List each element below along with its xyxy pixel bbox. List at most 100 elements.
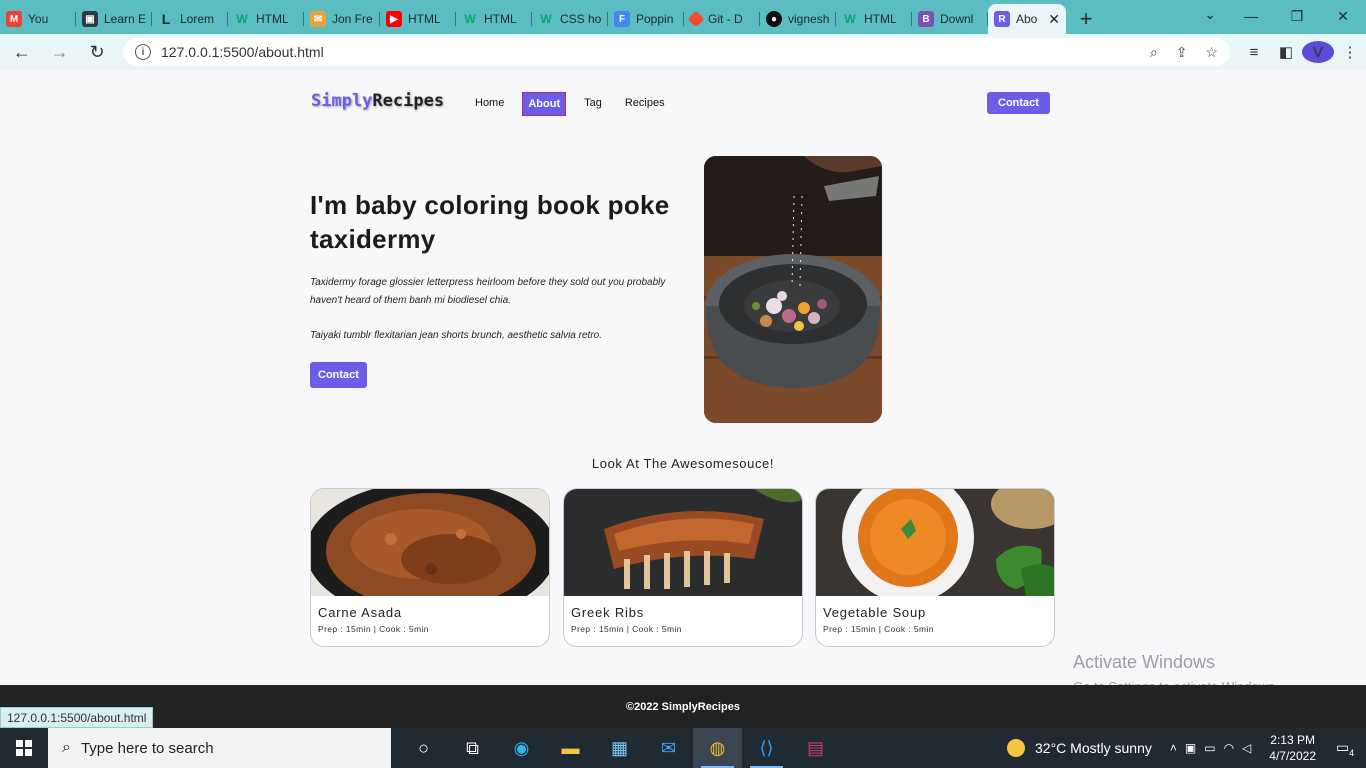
recipe-image-vegetable-soup	[816, 489, 1054, 596]
recipe-card[interactable]: Carne Asada Prep : 15min | Cook : 5min	[310, 488, 550, 647]
forward-button[interactable]: →	[44, 36, 76, 68]
taskbar-search[interactable]: ⌕ Type here to search	[48, 728, 391, 768]
windows-taskbar: ⌕ Type here to search ○ ⧉ ◉ ▬ ▦ ✉ ◍ ⟨⟩ ▤…	[0, 728, 1366, 768]
edge-icon[interactable]: ◉	[497, 728, 546, 768]
tab-search-chevron-icon[interactable]: ⌄	[1204, 6, 1216, 23]
watermark-line-1: Activate Windows	[1073, 652, 1216, 672]
winrar-icon[interactable]: ▤	[791, 728, 840, 768]
file-explorer-icon[interactable]: ▬	[546, 728, 595, 768]
windows-logo-icon	[16, 740, 32, 756]
w3-icon: W	[540, 12, 552, 26]
system-tray: 32°C Mostly sunny ˄▣▭◠◁ 2:13 PM 4/7/2022…	[1007, 728, 1366, 768]
browser-tab[interactable]: W HTML	[228, 4, 304, 34]
w3-icon: W	[844, 12, 856, 26]
chrome-icon[interactable]: ◍	[693, 728, 742, 768]
mail-app-icon[interactable]: ✉	[644, 728, 693, 768]
site-logo[interactable]: SimplyRecipes	[311, 91, 444, 111]
section-title: Look At The Awesomesouce!	[591, 456, 775, 471]
clock-time: 2:13 PM	[1270, 733, 1315, 747]
tab-label: Learn E	[104, 12, 147, 26]
menu-kebab-icon[interactable]: ⋮	[1334, 43, 1366, 61]
link-status-bubble: 127.0.0.1:5500/about.html	[0, 707, 154, 728]
browser-tab-active[interactable]: R Abo ✕	[988, 4, 1066, 34]
browser-tab[interactable]: L Lorem	[152, 4, 228, 34]
footer-copyright: ©2022 SimplyRecipes	[626, 700, 740, 713]
address-bar[interactable]: i 127.0.0.1:5500/about.html ⌕ ⇪ ☆	[123, 38, 1230, 66]
browser-tab[interactable]: W HTML	[836, 4, 912, 34]
browser-tab[interactable]: B Downl	[912, 4, 988, 34]
recipe-image-greek-ribs	[564, 489, 802, 596]
task-view-icon[interactable]: ⧉	[448, 728, 497, 768]
weather-widget[interactable]: 32°C Mostly sunny	[1007, 739, 1152, 757]
clock-date: 4/7/2022	[1269, 749, 1316, 763]
browser-tab[interactable]: W CSS ho	[532, 4, 608, 34]
browser-tab[interactable]: ✉ Jon Fre	[304, 4, 380, 34]
site-navbar: SimplyRecipes Home About Tag Recipes Con…	[311, 90, 1050, 116]
google-fonts-icon: F	[614, 11, 630, 27]
hero-contact-button[interactable]: Contact	[310, 362, 367, 388]
hero-image	[704, 156, 882, 423]
restore-button[interactable]: ❐	[1274, 0, 1320, 32]
cortana-icon[interactable]: ○	[399, 728, 448, 768]
tab-label: Lorem	[180, 12, 215, 26]
vscode-icon[interactable]: ⟨⟩	[742, 728, 791, 768]
tab-label: HTML	[484, 12, 517, 26]
recipe-card[interactable]: Vegetable Soup Prep : 15min | Cook : 5mi…	[815, 488, 1055, 647]
nav-links: Home About Tag Recipes	[470, 92, 683, 116]
side-panel-icon[interactable]: ◧	[1270, 43, 1302, 61]
w3-icon: W	[464, 12, 476, 26]
browser-tab[interactable]: F Poppin	[608, 4, 684, 34]
browser-tab[interactable]: Git - D	[684, 4, 760, 34]
logo-part-simply: Simply	[311, 91, 373, 111]
nav-link-recipes[interactable]: Recipes	[620, 92, 670, 116]
tab-label: vignesh	[788, 12, 830, 26]
nav-link-about[interactable]: About	[522, 92, 567, 116]
close-tab-icon[interactable]: ✕	[1048, 11, 1060, 28]
tab-label: Jon Fre	[332, 12, 373, 26]
site-footer: ©2022 SimplyRecipes	[0, 685, 1366, 728]
recipe-card[interactable]: Greek Ribs Prep : 15min | Cook : 5min	[563, 488, 803, 647]
close-window-button[interactable]: ✕	[1320, 0, 1366, 32]
start-button[interactable]	[0, 728, 48, 768]
nav-link-home[interactable]: Home	[470, 92, 509, 116]
browser-tab[interactable]: M You	[0, 4, 76, 34]
browser-tab[interactable]: W HTML	[456, 4, 532, 34]
nav-link-tag[interactable]: Tag	[579, 92, 607, 116]
browser-tab[interactable]: ▶ HTML	[380, 4, 456, 34]
profile-avatar[interactable]: V	[1301, 41, 1334, 63]
learn-icon: ▣	[82, 11, 98, 27]
nav-contact-button[interactable]: Contact	[987, 92, 1050, 114]
tray-icons[interactable]: ˄▣▭◠◁	[1170, 741, 1259, 755]
clock[interactable]: 2:13 PM 4/7/2022	[1269, 732, 1316, 764]
git-icon	[687, 10, 705, 28]
new-tab-button[interactable]: +	[1066, 4, 1106, 34]
tab-label: CSS ho	[560, 12, 602, 26]
share-icon[interactable]: ⇪	[1176, 44, 1188, 61]
address-url[interactable]: 127.0.0.1:5500/about.html	[161, 44, 1132, 60]
weather-text: 32°C Mostly sunny	[1035, 740, 1152, 756]
notifications-icon[interactable]: ▭4	[1330, 739, 1360, 758]
tab-label: You	[28, 12, 49, 26]
store-icon[interactable]: ▦	[595, 728, 644, 768]
github-icon: ●	[766, 11, 782, 27]
reload-button[interactable]: ↻	[81, 36, 113, 68]
tab-label: HTML	[256, 12, 289, 26]
mail-icon: ✉	[310, 11, 326, 27]
notification-count: 4	[1349, 747, 1355, 758]
search-icon: ⌕	[62, 739, 71, 756]
tab-label: Downl	[940, 12, 974, 26]
browser-tab[interactable]: ▣ Learn E	[76, 4, 152, 34]
card-title: Vegetable Soup	[823, 605, 927, 620]
media-queue-icon[interactable]: ≡	[1238, 44, 1270, 61]
minimize-button[interactable]: —	[1228, 0, 1274, 32]
bookmark-star-icon[interactable]: ☆	[1205, 44, 1218, 61]
browser-tab[interactable]: ● vignesh	[760, 4, 836, 34]
site-info-icon[interactable]: i	[135, 44, 152, 60]
taskbar-search-placeholder: Type here to search	[80, 739, 214, 757]
back-button[interactable]: ←	[6, 36, 38, 68]
avatar: V	[1301, 41, 1334, 63]
card-meta: Prep : 15min | Cook : 5min	[571, 624, 682, 634]
weather-sun-icon	[1007, 739, 1026, 757]
tab-label: HTML	[864, 12, 897, 26]
zoom-icon[interactable]: ⌕	[1150, 44, 1158, 61]
